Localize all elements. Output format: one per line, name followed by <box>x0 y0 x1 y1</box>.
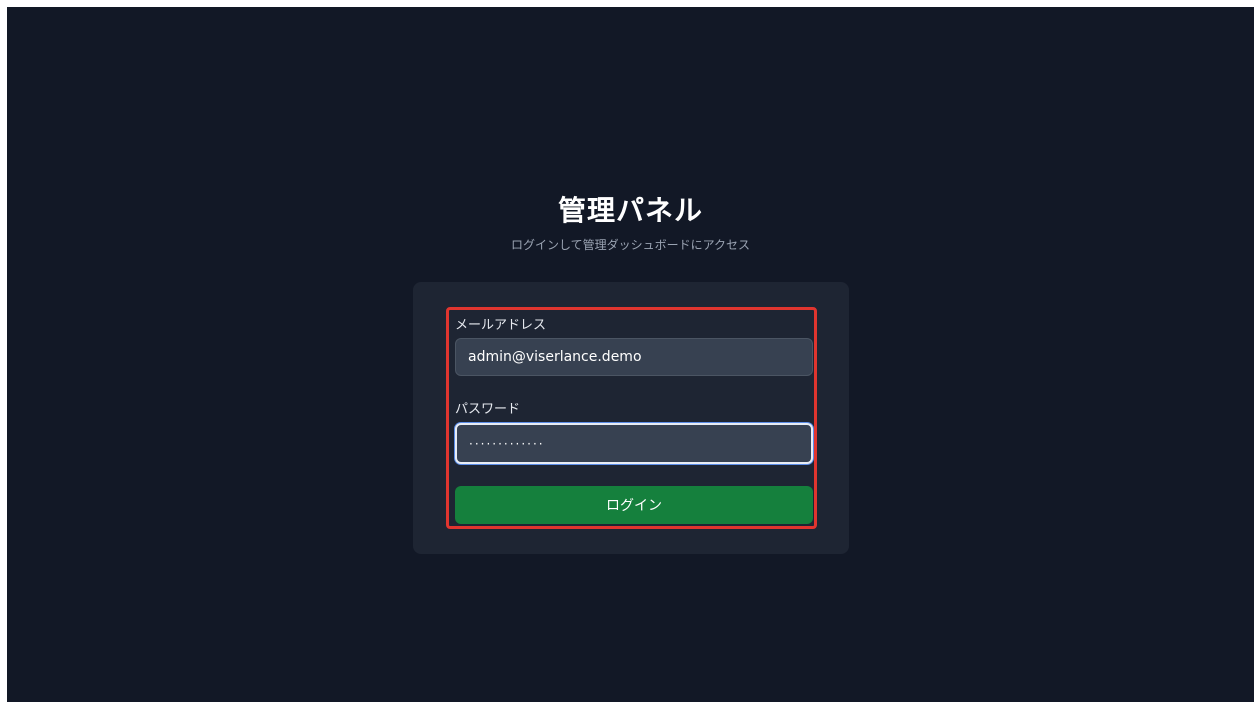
email-label: メールアドレス <box>455 318 547 333</box>
email-field[interactable] <box>455 338 813 376</box>
password-label: パスワード <box>455 402 521 417</box>
login-card: メールアドレス パスワード ログイン <box>413 282 849 554</box>
login-header: 管理パネル ログインして管理ダッシュボードにアクセス <box>7 191 1254 253</box>
password-field[interactable] <box>455 423 813 464</box>
login-form: メールアドレス パスワード ログイン <box>446 307 817 529</box>
page-background: 管理パネル ログインして管理ダッシュボードにアクセス メールアドレス パスワード… <box>7 7 1254 702</box>
page-subtitle: ログインして管理ダッシュボードにアクセス <box>510 238 751 252</box>
login-button[interactable]: ログイン <box>455 486 813 524</box>
page-title: 管理パネル <box>557 194 703 227</box>
